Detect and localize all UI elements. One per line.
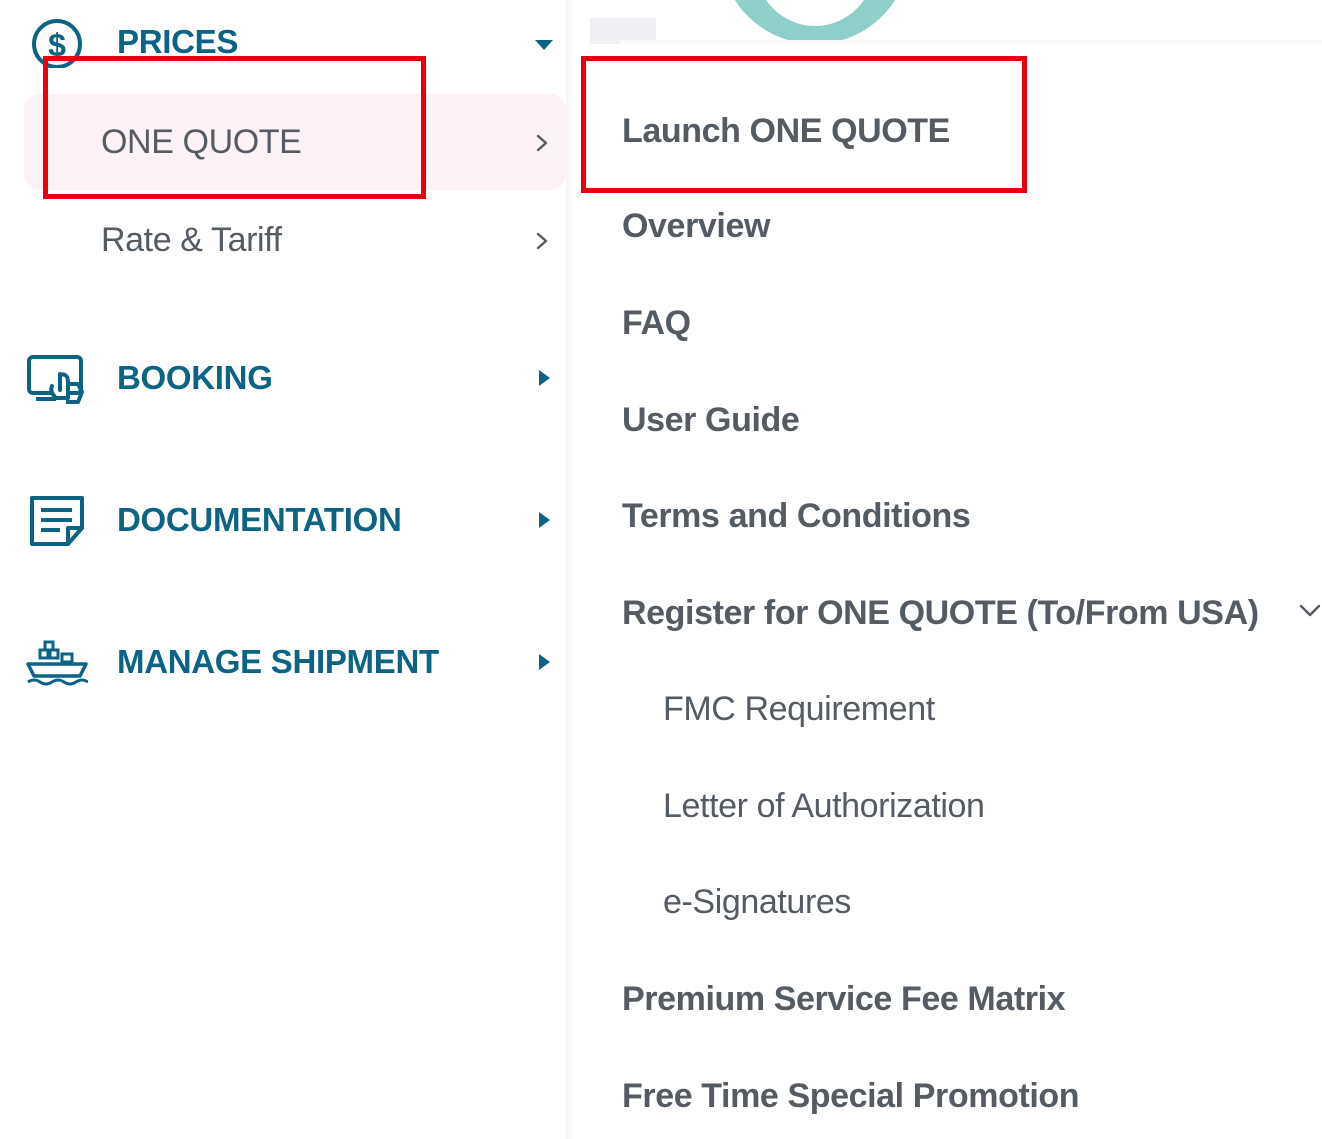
caret-down-icon bbox=[535, 40, 553, 50]
nav-item-rate-tariff-label: Rate & Tariff bbox=[101, 221, 282, 259]
panel-divider bbox=[566, 0, 574, 1139]
caret-right-icon bbox=[539, 512, 550, 528]
chevron-down-icon[interactable] bbox=[1299, 604, 1321, 618]
nav-section-documentation[interactable]: DOCUMENTATION bbox=[0, 490, 566, 550]
prices-submenu-panel bbox=[574, 0, 1322, 1139]
submenu-item-register[interactable]: Register for ONE QUOTE (To/From USA) bbox=[622, 588, 1259, 638]
submenu-item-launch-one-quote[interactable]: Launch ONE QUOTE bbox=[622, 106, 950, 156]
nav-section-prices-label: PRICES bbox=[117, 23, 239, 60]
document-icon bbox=[26, 494, 88, 546]
nav-section-booking-label: BOOKING bbox=[117, 359, 273, 396]
nav-section-manage-shipment[interactable]: MANAGE SHIPMENT bbox=[0, 632, 566, 692]
svg-text:$: $ bbox=[48, 27, 66, 63]
submenu-subitem-letter-of-authorization[interactable]: Letter of Authorization bbox=[663, 781, 985, 831]
chevron-right-icon bbox=[536, 134, 548, 152]
nav-item-rate-tariff[interactable]: Rate & Tariff bbox=[24, 192, 566, 288]
submenu-subitem-e-signatures[interactable]: e-Signatures bbox=[663, 877, 851, 927]
nav-section-prices[interactable]: $ PRICES bbox=[0, 12, 566, 72]
submenu-item-premium-service-fee-matrix[interactable]: Premium Service Fee Matrix bbox=[622, 974, 1066, 1024]
dollar-circle-icon: $ bbox=[26, 16, 88, 68]
submenu-item-faq[interactable]: FAQ bbox=[622, 298, 691, 348]
ship-icon bbox=[26, 636, 88, 688]
submenu-item-free-time-special-promotion[interactable]: Free Time Special Promotion bbox=[622, 1071, 1080, 1121]
submenu-item-terms[interactable]: Terms and Conditions bbox=[622, 491, 971, 541]
booking-hand-icon bbox=[26, 352, 88, 404]
chevron-right-icon bbox=[536, 232, 548, 250]
nav-item-one-quote-label: ONE QUOTE bbox=[101, 123, 302, 161]
caret-right-icon bbox=[539, 370, 550, 386]
submenu-subitem-fmc-requirement[interactable]: FMC Requirement bbox=[663, 684, 935, 734]
nav-item-one-quote[interactable]: ONE QUOTE bbox=[24, 94, 566, 190]
header-shadow bbox=[620, 40, 1322, 46]
submenu-item-overview[interactable]: Overview bbox=[622, 201, 770, 251]
nav-section-booking[interactable]: BOOKING bbox=[0, 348, 566, 408]
caret-right-icon bbox=[539, 654, 550, 670]
nav-section-documentation-label: DOCUMENTATION bbox=[117, 501, 402, 538]
submenu-item-user-guide[interactable]: User Guide bbox=[622, 395, 800, 445]
nav-section-manage-shipment-label: MANAGE SHIPMENT bbox=[117, 643, 439, 680]
